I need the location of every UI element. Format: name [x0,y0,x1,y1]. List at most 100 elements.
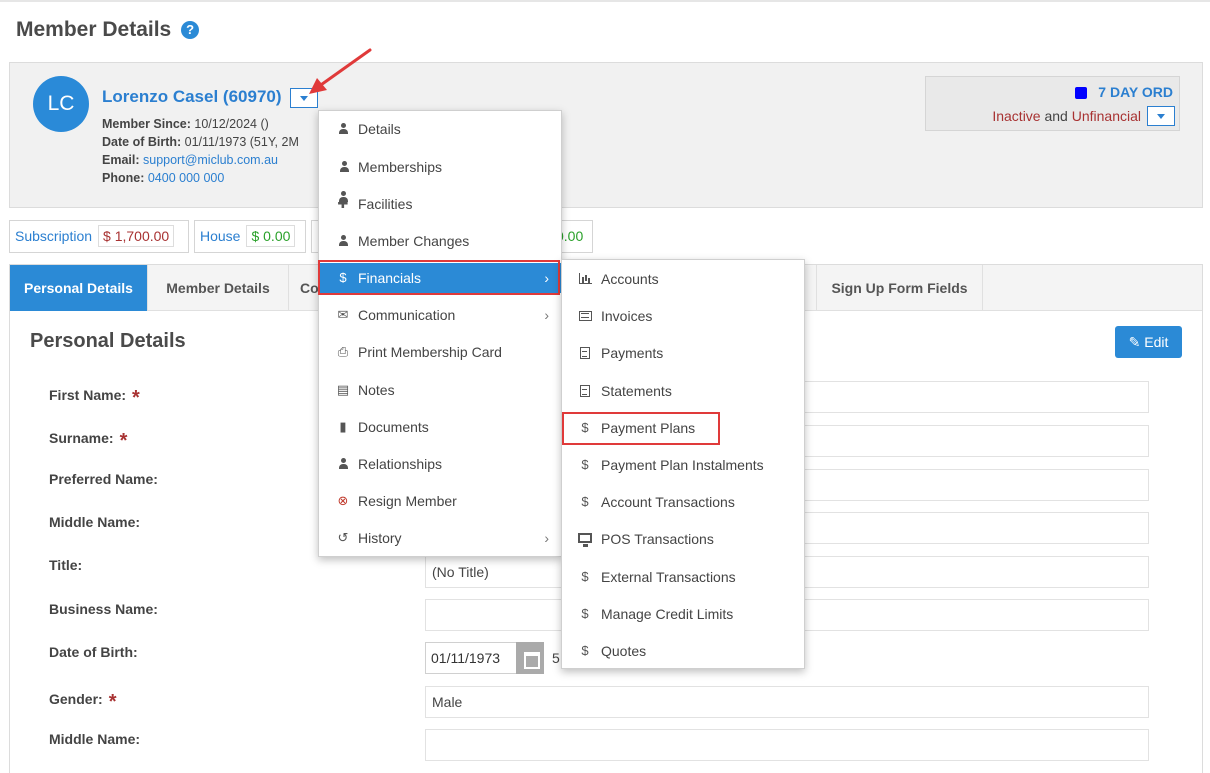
dollar-icon: $ [581,494,589,509]
member-since-value: 10/12/2024 () [194,117,269,131]
menu-item-memberships[interactable]: Memberships [319,152,561,202]
required-marker: * [108,691,117,713]
status-dropdown-button[interactable] [1147,106,1175,126]
chevron-right-icon: › [544,307,549,323]
dob-field-label: Date of Birth: [49,644,138,660]
age-text: 5 [552,650,560,666]
dollar-icon: $ [581,569,589,584]
menu-item-member-changes[interactable]: Member Changes [319,226,561,256]
user-icon [336,449,350,479]
middle-name-label: Middle Name: [49,514,141,530]
phone-line: Phone: 0400 000 000 [102,171,224,185]
menu-item-history[interactable]: ↺ History › [319,523,561,553]
submenu-item-quotes[interactable]: $ Quotes [562,636,804,666]
membership-status-text: Inactive and Unfinancial [992,108,1141,124]
gender-label: Gender: * [49,691,117,713]
phone-link[interactable]: 0400 000 000 [148,171,224,185]
status-unfinancial: Unfinancial [1071,108,1141,124]
calendar-icon[interactable] [516,642,544,674]
submenu-item-manage-credit-limits[interactable]: $ Manage Credit Limits [562,599,804,629]
submenu-item-accounts[interactable]: Accounts [562,264,804,294]
dollar-icon: $ [581,457,589,472]
file-icon: ▮ [339,419,347,434]
desktop-icon [577,524,593,554]
times-circle-icon: ⊗ [337,493,349,508]
question-circle-icon[interactable]: ? [181,21,200,39]
tab-personal-details[interactable]: Personal Details [10,265,148,311]
membership-type[interactable]: 7 DAY ORD [1098,84,1173,100]
menu-item-relationships[interactable]: Relationships [319,449,561,479]
membership-color-swatch [1075,87,1087,99]
gender-select[interactable]: Male [425,686,1149,718]
member-name-link[interactable]: Lorenzo Casel (60970) [102,87,282,107]
member-since-label: Member Since: [102,117,191,131]
page-title: Member Details ? [16,18,200,42]
edit-button[interactable]: ✎ Edit [1115,326,1182,358]
email-link[interactable]: support@miclub.com.au [143,153,278,167]
top-divider [0,0,1210,2]
phone-label: Phone: [102,171,145,185]
subscription-value: $ 1,700.00 [98,225,175,247]
dollar-icon: $ [581,643,589,658]
email-line: Email: support@miclub.com.au [102,153,278,167]
tab-member-details[interactable]: Member Details [148,265,289,311]
submenu-item-payment-plan-instalments[interactable]: $ Payment Plan Instalments [562,450,804,480]
required-marker: * [132,387,140,409]
financials-highlight [318,260,560,295]
menu-item-documents[interactable]: ▮ Documents [319,412,561,442]
dob-label: Date of Birth: [102,135,182,149]
member-actions-dropdown-button[interactable] [290,88,318,108]
page-title-text: Member Details [16,18,172,41]
file-text-icon [577,338,593,368]
puzzle-icon: ✚ [337,196,349,211]
submenu-item-account-transactions[interactable]: $ Account Transactions [562,487,804,517]
member-since-line: Member Since: 10/12/2024 () [102,117,269,131]
status-and: and [1044,108,1068,124]
menu-item-resign-member[interactable]: ⊗ Resign Member [319,486,561,516]
envelope-icon: ✉ [337,307,349,322]
submenu-item-statements[interactable]: Statements [562,376,804,406]
history-icon: ↺ [337,530,349,545]
financials-submenu: Accounts Invoices Payments Statements $ P… [561,259,805,669]
menu-item-communication[interactable]: ✉ Communication › [319,300,561,330]
house-balance[interactable]: House $ 0.00 [194,220,306,253]
preferred-name-label: Preferred Name: [49,471,158,487]
user-icon [336,226,350,256]
file-text-icon [577,376,593,406]
dollar-icon: $ [581,606,589,621]
required-marker: * [119,430,128,452]
archive-icon: ▤ [336,382,350,397]
menu-item-notes[interactable]: ▤ Notes [319,375,561,405]
first-name-label: First Name: * [49,387,140,409]
section-title: Personal Details [30,330,186,352]
surname-label: Surname: * [49,430,128,452]
avatar: LC [33,76,89,132]
membership-status-box: 7 DAY ORD Inactive and Unfinancial [925,76,1180,131]
bar-chart-icon [577,264,593,294]
status-inactive: Inactive [992,108,1041,124]
submenu-item-invoices[interactable]: Invoices [562,301,804,331]
date-of-birth-line: Date of Birth: 01/11/1973 (51Y, 2M [102,135,299,149]
submenu-item-pos-transactions[interactable]: POS Transactions [562,524,804,554]
submenu-item-external-transactions[interactable]: $ External Transactions [562,562,804,592]
pencil-icon: ✎ [1128,334,1141,350]
member-header-panel: LC Lorenzo Casel (60970) Member Since: 1… [9,62,1203,208]
dob-value: 01/11/1973 (51Y, 2M [184,135,299,149]
email-label: Email: [102,153,140,167]
tab-sign-up-form-fields[interactable]: Sign Up Form Fields [816,265,983,311]
chevron-right-icon: › [544,530,549,546]
list-alt-icon [577,301,593,331]
subscription-balance[interactable]: Subscription $ 1,700.00 [9,220,189,253]
edit-button-label: Edit [1144,334,1169,350]
submenu-item-payments[interactable]: Payments [562,338,804,368]
middle-name-2-field[interactable] [425,729,1149,761]
business-name-label: Business Name: [49,601,158,617]
house-value: $ 0.00 [246,225,296,247]
menu-item-print-membership-card[interactable]: ⎙ Print Membership Card [319,337,561,367]
menu-item-details[interactable]: Details [319,114,561,144]
middle-name-2-label: Middle Name: [49,731,141,747]
menu-item-facilities[interactable]: ✚ Facilities [319,189,561,219]
house-label: House [200,228,241,244]
dob-input[interactable]: 01/11/1973 [425,642,517,674]
print-icon: ⎙ [337,344,349,359]
